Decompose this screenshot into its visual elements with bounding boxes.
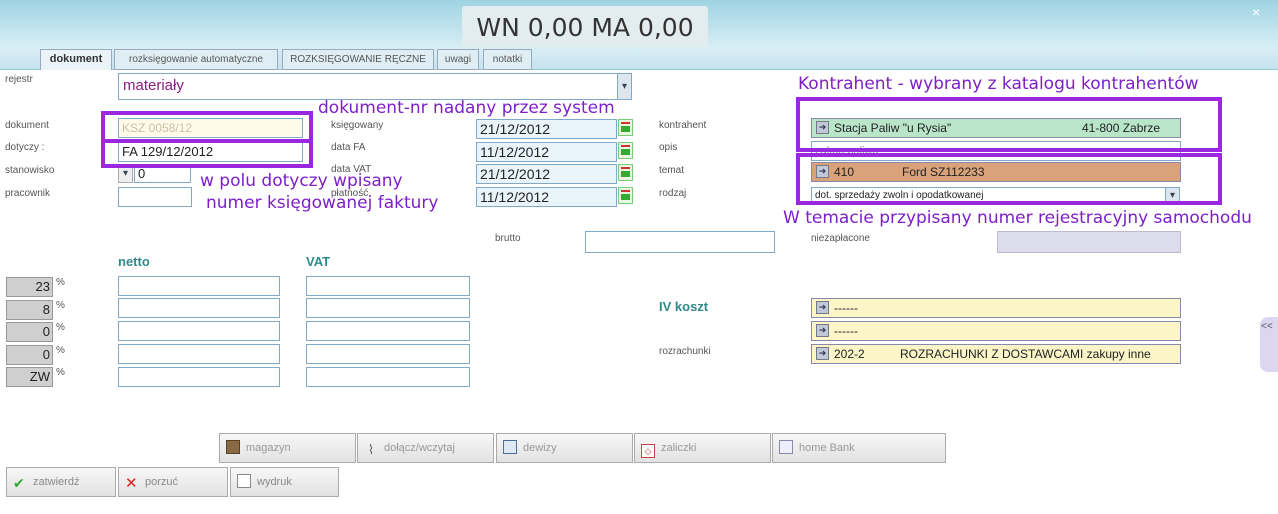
rejestr-label: rejestr: [5, 74, 33, 85]
checkmark-icon: ✔: [13, 475, 25, 491]
temat-label: temat: [659, 165, 685, 176]
datavat-date-field[interactable]: 21/12/2012: [476, 164, 617, 184]
opis-label: opis: [659, 142, 678, 153]
rodzaj-label: rodzaj: [659, 188, 687, 199]
percent-sign: %: [56, 322, 65, 333]
koszt-1-value: ------: [834, 301, 858, 315]
rozrachunki-label: rozrachunki: [659, 346, 711, 357]
tab-uwagi[interactable]: uwagi: [437, 49, 479, 70]
brutto-label: brutto: [495, 233, 521, 244]
vat-23-field[interactable]: [306, 276, 470, 296]
koszt-1-lookup[interactable]: ➜ ------: [811, 298, 1181, 318]
vat-0-field[interactable]: [306, 321, 470, 341]
currency-icon: [503, 440, 517, 454]
niezaplacone-label: niezapłacone: [811, 233, 870, 244]
annotation-dotyczy-2: numer księgowanej faktury: [206, 193, 439, 213]
magazyn-button[interactable]: magazyn: [219, 433, 356, 463]
annotation-temat: W temacie przypisany numer rejestracyjny…: [783, 208, 1252, 228]
datafa-label: data FA: [331, 142, 366, 153]
lookup-arrow-icon: ➜: [816, 347, 829, 360]
paperclip-icon: ⌇: [367, 442, 375, 457]
highlight-temat: [796, 153, 1222, 205]
bank-icon: [779, 440, 793, 454]
koszt-2-value: ------: [834, 324, 858, 338]
percent-sign: %: [56, 277, 65, 288]
rate-zw: ZW: [6, 367, 53, 387]
calendar-icon[interactable]: [618, 164, 633, 181]
iv-koszt-label: IV koszt: [659, 299, 709, 314]
chevron-down-icon[interactable]: ▾: [617, 73, 632, 100]
tab-rozksiegowanie-reczne[interactable]: ROZKSIĘGOWANIE RĘCZNE: [282, 49, 434, 70]
rejestr-select[interactable]: materiały: [118, 73, 618, 100]
percent-sign: %: [56, 345, 65, 356]
annotation-kontrahent: Kontrahent - wybrany z katalogu kontrahe…: [798, 74, 1199, 94]
vat-header: VAT: [306, 254, 331, 269]
netto-header: netto: [118, 254, 150, 269]
datafa-date-field[interactable]: 11/12/2012: [476, 142, 617, 162]
side-expand-tab[interactable]: <<: [1260, 317, 1278, 372]
rate-8: 8: [6, 300, 53, 320]
ksiegowany-date-field[interactable]: 21/12/2012: [476, 119, 617, 139]
dolacz-wczytaj-button[interactable]: ⌇ dołącz/wczytaj: [357, 433, 494, 463]
netto-0b-field[interactable]: [118, 344, 280, 364]
koszt-2-lookup[interactable]: ➜ ------: [811, 321, 1181, 341]
box-icon: [226, 440, 240, 454]
dokument-label: dokument: [5, 120, 49, 131]
calendar-icon[interactable]: [618, 187, 633, 204]
stanowisko-label: stanowisko: [5, 165, 55, 176]
netto-zw-field[interactable]: [118, 367, 280, 387]
tab-notatki[interactable]: notatki: [483, 49, 532, 70]
close-icon: ✕: [125, 475, 138, 492]
balance-title: WN 0,00 MA 0,00: [462, 6, 708, 47]
vat-8-field[interactable]: [306, 298, 470, 318]
zatwierdz-button[interactable]: ✔ zatwierdź: [6, 467, 116, 497]
pracownik-field[interactable]: [118, 187, 192, 207]
netto-8-field[interactable]: [118, 298, 280, 318]
pracownik-label: pracownik: [5, 188, 51, 199]
highlight-kontrahent: [796, 97, 1222, 152]
rate-0: 0: [6, 322, 53, 342]
dotyczy-label: dotyczy :: [5, 142, 45, 153]
wydruk-button[interactable]: wydruk: [230, 467, 339, 497]
tab-rozksiegowanie-automatyczne[interactable]: rozksięgowanie automatyczne: [114, 49, 278, 70]
kontrahent-label: kontrahent: [659, 120, 707, 131]
rozrachunki-name: ROZRACHUNKI Z DOSTAWCAMI zakupy inne: [900, 347, 1151, 361]
niezaplacone-field: [997, 231, 1181, 253]
vat-0b-field[interactable]: [306, 344, 470, 364]
document-icon: [237, 474, 251, 488]
highlight-dotyczy: [101, 139, 313, 168]
brutto-field[interactable]: [585, 231, 775, 253]
percent-sign: %: [56, 367, 65, 378]
lookup-arrow-icon: ➜: [816, 324, 829, 337]
netto-0-field[interactable]: [118, 321, 280, 341]
annotation-dotyczy-1: w polu dotyczy wpisany: [200, 171, 403, 191]
rozrachunki-code: 202-2: [834, 347, 865, 361]
calendar-icon[interactable]: [618, 142, 633, 159]
zaliczki-button[interactable]: ◇ zaliczki: [634, 433, 771, 463]
home-bank-button[interactable]: home Bank: [772, 433, 946, 463]
advance-icon: ◇: [641, 444, 655, 458]
percent-sign: %: [56, 300, 65, 311]
rozrachunki-lookup[interactable]: ➜ 202-2 ROZRACHUNKI Z DOSTAWCAMI zakupy in…: [811, 344, 1181, 364]
rate-0-b: 0: [6, 345, 53, 365]
close-icon[interactable]: ×: [1252, 4, 1260, 20]
lookup-arrow-icon: ➜: [816, 301, 829, 314]
porzuc-button[interactable]: ✕ porzuć: [118, 467, 228, 497]
calendar-icon[interactable]: [618, 119, 633, 136]
platnosc-date-field[interactable]: 11/12/2012: [476, 187, 617, 207]
netto-23-field[interactable]: [118, 276, 280, 296]
vat-zw-field[interactable]: [306, 367, 470, 387]
dewizy-button[interactable]: dewizy: [496, 433, 633, 463]
tab-dokument[interactable]: dokument: [40, 49, 112, 70]
ksiegowany-label: księgowany: [331, 120, 384, 131]
annotation-dokument-nr: dokument-nr nadany przez system: [318, 98, 615, 118]
rate-23: 23: [6, 277, 53, 297]
